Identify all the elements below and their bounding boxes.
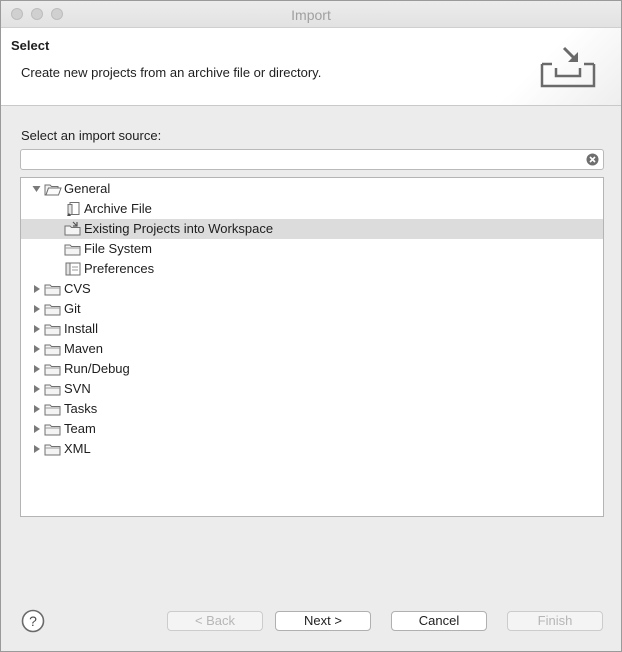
collapsed-triangle-icon[interactable]	[32, 304, 41, 314]
tree-item[interactable]: CVS	[21, 279, 603, 299]
tree-item-label: Tasks	[64, 401, 98, 416]
tree-item-label: SVN	[64, 381, 91, 396]
expanded-triangle-icon[interactable]	[32, 184, 41, 194]
tree-item-label: XML	[64, 441, 91, 456]
folder-icon	[44, 384, 61, 396]
finish-button[interactable]: Finish	[507, 611, 603, 631]
title-bar: Import	[1, 1, 621, 28]
collapsed-triangle-icon[interactable]	[32, 324, 41, 334]
cancel-button[interactable]: Cancel	[391, 611, 487, 631]
tree-item[interactable]: Archive File	[21, 199, 603, 219]
folder-icon	[44, 444, 61, 456]
tree-item[interactable]: SVN	[21, 379, 603, 399]
filter-field	[20, 149, 604, 170]
collapsed-triangle-icon[interactable]	[32, 344, 41, 354]
window-title: Import	[291, 7, 331, 23]
collapsed-triangle-icon[interactable]	[32, 384, 41, 394]
tree-item-label: Archive File	[84, 201, 152, 216]
collapsed-triangle-icon[interactable]	[32, 444, 41, 454]
folder-icon	[44, 404, 61, 416]
tree-item[interactable]: Install	[21, 319, 603, 339]
folder-icon	[44, 424, 61, 436]
tree-item[interactable]: Git	[21, 299, 603, 319]
folder-icon	[44, 324, 61, 336]
import-dialog: Import Select Create new projects from a…	[0, 0, 622, 652]
tree-item[interactable]: Preferences	[21, 259, 603, 279]
next-button[interactable]: Next >	[275, 611, 371, 631]
tree-item-label: File System	[84, 241, 152, 256]
page-title: Select	[11, 38, 50, 53]
preferences-icon	[65, 262, 81, 276]
svg-text:?: ?	[29, 613, 37, 629]
folder-icon	[44, 284, 61, 296]
tree-item-label: Maven	[64, 341, 104, 356]
tree-item[interactable]: Existing Projects into Workspace	[21, 219, 603, 239]
collapsed-triangle-icon[interactable]	[32, 364, 41, 374]
tree-item[interactable]: Run/Debug	[21, 359, 603, 379]
tree-item-label: Team	[64, 421, 96, 436]
folder-icon	[44, 344, 61, 356]
import-source-label: Select an import source:	[21, 128, 162, 143]
help-icon[interactable]: ?	[21, 609, 45, 633]
folder-icon	[44, 364, 61, 376]
back-button[interactable]: < Back	[167, 611, 263, 631]
page-description: Create new projects from an archive file…	[21, 65, 322, 80]
tree-item-label: Git	[64, 301, 81, 316]
collapsed-triangle-icon[interactable]	[32, 284, 41, 294]
tree-item[interactable]: General	[21, 179, 603, 199]
tree-item-label: Preferences	[84, 261, 155, 276]
folder-icon	[64, 244, 81, 256]
import-source-tree: General Archive File Existing Projects int…	[20, 177, 604, 517]
tree-item[interactable]: XML	[21, 439, 603, 459]
tree-item-label: CVS	[64, 281, 91, 296]
archive-file-icon	[67, 202, 80, 216]
tree-item[interactable]: File System	[21, 239, 603, 259]
existing-projects-icon	[64, 221, 81, 236]
collapsed-triangle-icon[interactable]	[32, 424, 41, 434]
tree-item[interactable]: Maven	[21, 339, 603, 359]
folder-icon	[44, 304, 61, 316]
tree-item-label: General	[64, 181, 111, 196]
wizard-header: Select Create new projects from an archi…	[1, 28, 621, 106]
tree-item[interactable]: Tasks	[21, 399, 603, 419]
collapsed-triangle-icon[interactable]	[32, 404, 41, 414]
tree-item[interactable]: Team	[21, 419, 603, 439]
clear-icon[interactable]	[586, 153, 599, 166]
tree-item-label: Existing Projects into Workspace	[84, 221, 274, 236]
tree-item-label: Install	[64, 321, 98, 336]
import-wizard-icon	[540, 46, 596, 88]
tree-item-label: Run/Debug	[64, 361, 130, 376]
filter-input[interactable]	[25, 151, 589, 170]
folder-open-icon	[44, 184, 62, 196]
